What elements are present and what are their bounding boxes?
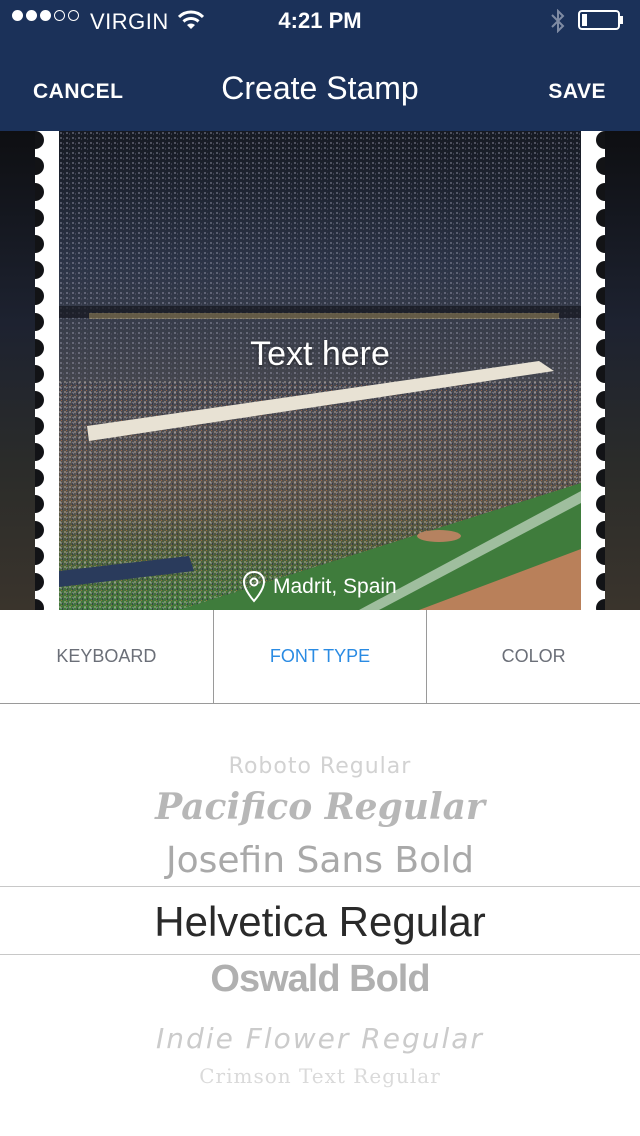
- font-option[interactable]: Indie Flower Regular: [0, 1022, 640, 1055]
- font-option[interactable]: Oswald Bold: [0, 958, 640, 1001]
- stamp-preview: Text here Madrit, Spain: [0, 131, 640, 610]
- tab-keyboard[interactable]: KEYBOARD: [0, 610, 213, 703]
- picker-selection-line-bottom: [0, 954, 640, 955]
- font-option[interactable]: Josefin Sans Bold: [0, 840, 640, 881]
- stamp-location[interactable]: Madrit, Spain: [243, 571, 397, 603]
- clock: 4:21 PM: [278, 8, 362, 33]
- font-option[interactable]: Crimson Text Regular: [0, 1064, 640, 1088]
- font-option[interactable]: Pacifico Regular: [0, 786, 640, 828]
- stamp-text-overlay[interactable]: Text here: [0, 335, 640, 374]
- font-option-selected[interactable]: Helvetica Regular: [0, 898, 640, 946]
- location-pin-icon: [243, 571, 265, 603]
- tab-font-type[interactable]: FONT TYPE: [212, 610, 427, 703]
- page-title: Create Stamp: [221, 70, 419, 106]
- picker-selection-line-top: [0, 886, 640, 887]
- status-bar: VIRGIN 4:21 PM: [0, 0, 640, 42]
- top-bar: VIRGIN 4:21 PM CANCEL Create Stamp SAVE: [0, 0, 640, 131]
- battery-icon: [578, 10, 623, 30]
- bluetooth-icon: [551, 9, 565, 33]
- tab-color[interactable]: COLOR: [426, 610, 640, 703]
- location-label: Madrit, Spain: [273, 575, 397, 598]
- navigation-bar: CANCEL Create Stamp SAVE: [0, 42, 640, 131]
- save-button[interactable]: SAVE: [548, 80, 606, 104]
- font-picker[interactable]: Roboto Regular Pacifico Regular Josefin …: [0, 704, 640, 1136]
- editor-tabs: KEYBOARD FONT TYPE COLOR: [0, 610, 640, 704]
- font-option[interactable]: Roboto Regular: [0, 754, 640, 779]
